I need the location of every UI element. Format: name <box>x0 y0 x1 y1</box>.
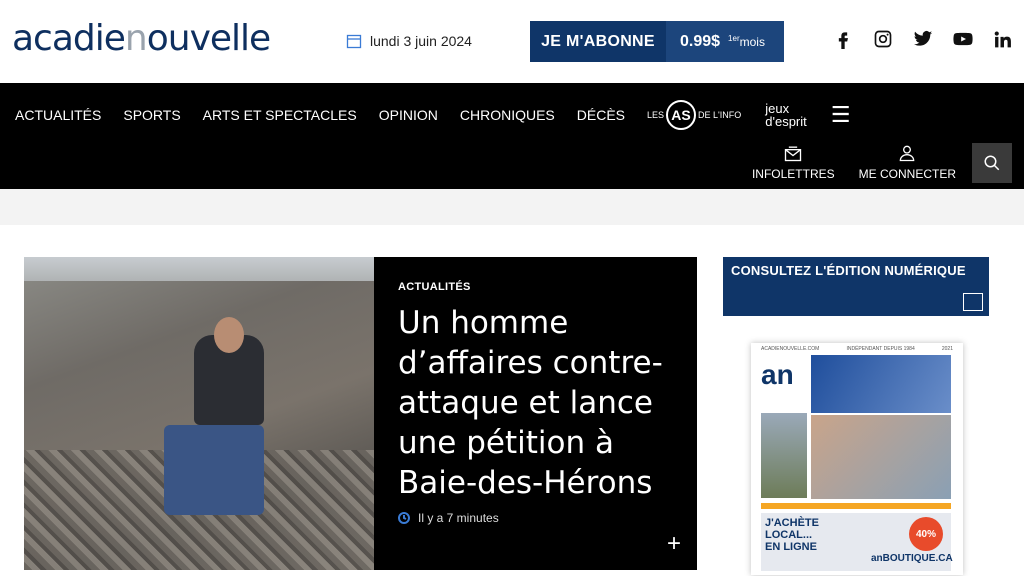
price-value: 0.99$ <box>680 32 721 50</box>
subscribe-price: 0.99$ 1ermois <box>666 21 784 62</box>
main-content: ACTUALITÉS Un homme d’affaires contre-at… <box>0 225 1024 576</box>
ad-line3: EN LIGNE <box>765 541 817 553</box>
nav-item-deces[interactable]: DÉCÈS <box>577 107 625 123</box>
nav-item-opinion[interactable]: OPINION <box>379 107 438 123</box>
ad-line2: LOCAL... <box>765 529 813 541</box>
hero-article-card[interactable]: ACTUALITÉS Un homme d’affaires contre-at… <box>374 257 697 570</box>
logo-text-acadie: acadie <box>12 18 126 59</box>
as-brand-right: DE L'INFO <box>698 110 742 120</box>
as-badge: AS <box>666 100 697 130</box>
digital-edition-banner[interactable]: CONSULTEZ L'ÉDITION NUMÉRIQUE <box>723 257 989 316</box>
subscribe-button[interactable]: JE M'ABONNE 0.99$ 1ermois <box>530 21 784 62</box>
cover-stripe <box>761 503 951 509</box>
les-as-de-info-link[interactable]: LES AS DE L'INFO <box>647 100 741 130</box>
instagram-icon[interactable] <box>872 28 894 50</box>
price-period-text: mois <box>739 35 765 49</box>
hero-person-legs <box>164 425 264 515</box>
logo-text-ouvelle: ouvelle <box>146 18 271 59</box>
paper-logo: an <box>761 359 794 390</box>
article-category[interactable]: ACTUALITÉS <box>398 281 673 293</box>
hero-sky <box>24 257 374 281</box>
hamburger-menu-icon[interactable]: ☰ <box>831 102 851 128</box>
jeux-esprit-link[interactable]: jeux d'esprit <box>765 102 807 128</box>
facebook-icon[interactable] <box>832 28 854 50</box>
newsletters-button[interactable]: INFOLETTRES <box>752 143 835 181</box>
search-icon <box>984 155 1000 171</box>
ad-discount-badge: 40% <box>909 517 943 551</box>
nav-item-arts-spectacles[interactable]: ARTS ET SPECTACLES <box>203 107 357 123</box>
top-header: acadienouvelle lundi 3 juin 2024 JE M'AB… <box>0 0 1024 83</box>
nav-item-chroniques[interactable]: CHRONIQUES <box>460 107 555 123</box>
newspaper-icon <box>963 293 983 311</box>
article-time-text: Il y a 7 minutes <box>418 511 499 525</box>
site-logo[interactable]: acadienouvelle <box>12 18 271 59</box>
cover-photo-building <box>761 413 807 498</box>
article-title[interactable]: Un homme d’affaires contre-attaque et la… <box>398 303 673 503</box>
expand-plus-icon[interactable]: + <box>667 530 681 558</box>
jeux-line2: d'esprit <box>765 114 807 129</box>
paper-head-left: ACADIENOUVELLE.COM <box>761 346 820 352</box>
gray-banner <box>0 189 1024 225</box>
nav-tools: INFOLETTRES ME CONNECTER <box>752 143 956 181</box>
ad-shop-name: anBOUTIQUE.CA <box>871 553 953 564</box>
nav-item-sports[interactable]: SPORTS <box>123 107 180 123</box>
youtube-icon[interactable] <box>952 28 974 50</box>
nav-item-actualites[interactable]: ACTUALITÉS <box>15 107 101 123</box>
as-brand-left: LES <box>647 110 665 120</box>
cover-photo-couple <box>811 415 951 499</box>
ad-line1: J'ACHÈTE <box>765 517 819 529</box>
login-label: ME CONNECTER <box>858 167 956 181</box>
social-links <box>832 28 1014 50</box>
login-button[interactable]: ME CONNECTER <box>859 143 956 181</box>
hero-person-head <box>214 317 244 353</box>
newspaper-cover[interactable]: ACADIENOUVELLE.COM INDÉPENDANT DEPUIS 19… <box>751 343 963 575</box>
twitter-icon[interactable] <box>912 28 934 50</box>
paper-head-right: 2021 <box>941 346 953 352</box>
date-text: lundi 3 juin 2024 <box>370 33 472 49</box>
paper-head-mid: INDÉPENDANT DEPUIS 1984 <box>846 346 915 352</box>
logo-text-n: n <box>124 18 148 59</box>
cover-ad: J'ACHÈTE LOCAL... EN LIGNE 40% anBOUTIQU… <box>761 513 953 571</box>
price-period: 1ermois <box>728 34 765 49</box>
digital-edition-title: CONSULTEZ L'ÉDITION NUMÉRIQUE <box>731 263 966 278</box>
article-time: Il y a 7 minutes <box>398 511 499 525</box>
subscribe-label: JE M'ABONNE <box>541 32 655 50</box>
envelope-icon <box>785 146 802 162</box>
clock-icon <box>398 512 410 524</box>
paper-header: ACADIENOUVELLE.COM INDÉPENDANT DEPUIS 19… <box>751 343 963 355</box>
search-button[interactable] <box>972 143 1012 183</box>
linkedin-icon[interactable] <box>992 28 1014 50</box>
main-navigation: ACTUALITÉS SPORTS ARTS ET SPECTACLES OPI… <box>0 83 1024 189</box>
user-icon <box>899 145 915 162</box>
current-date: lundi 3 juin 2024 <box>346 33 472 49</box>
price-period-sup: 1er <box>728 34 740 43</box>
ad-text: J'ACHÈTE LOCAL... EN LIGNE <box>765 517 819 553</box>
nav-menu: ACTUALITÉS SPORTS ARTS ET SPECTACLES OPI… <box>15 100 873 130</box>
cover-photo-top <box>811 355 951 413</box>
calendar-icon <box>346 34 362 49</box>
hero-image[interactable] <box>24 257 374 570</box>
newsletters-label: INFOLETTRES <box>751 167 835 181</box>
